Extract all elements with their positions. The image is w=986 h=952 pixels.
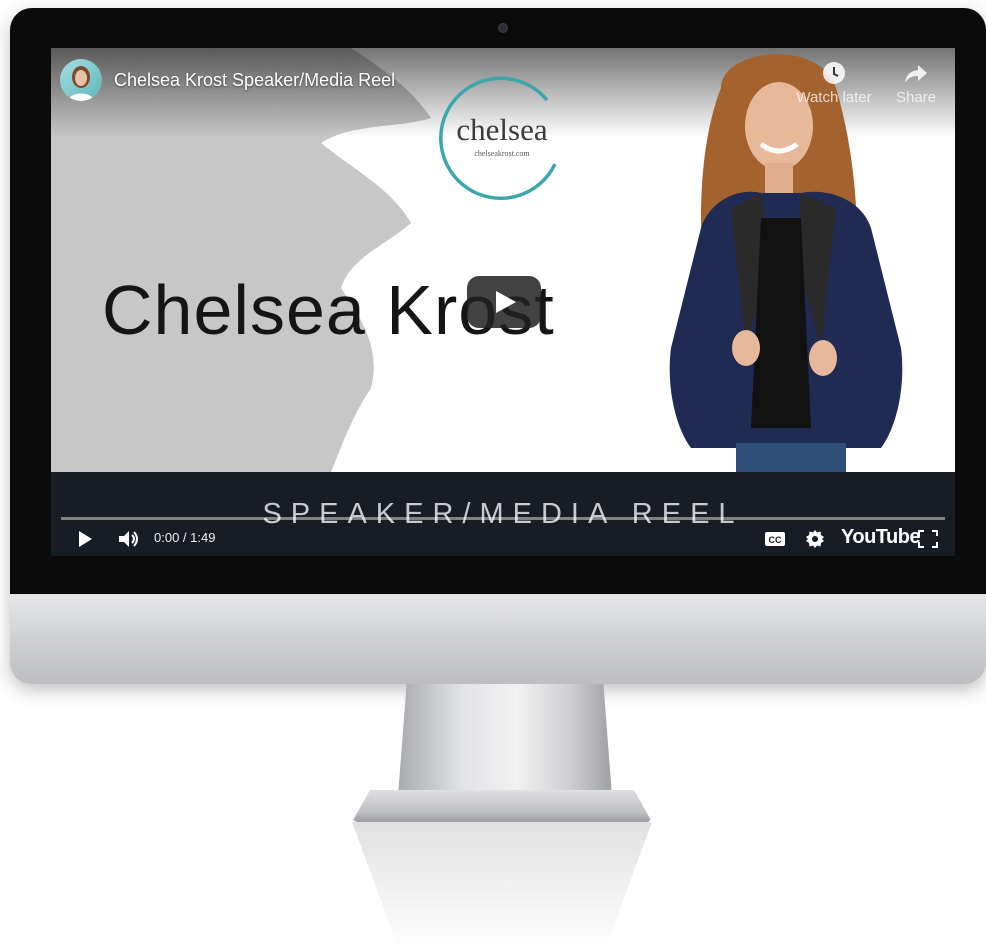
monitor-chin [10, 594, 986, 684]
volume-button[interactable] [114, 525, 144, 553]
fullscreen-button[interactable] [915, 525, 941, 553]
settings-gear-icon [806, 530, 824, 548]
monitor-stand-neck [398, 684, 612, 796]
time-readout: 0:00 / 1:49 [154, 530, 216, 545]
play-icon [79, 531, 92, 547]
volume-icon [119, 531, 138, 547]
clock-icon [823, 62, 845, 84]
watch-later-label: Watch later [796, 89, 872, 106]
big-play-button[interactable] [467, 276, 541, 328]
captions-button[interactable]: CC [763, 525, 787, 553]
share-label: Share [895, 89, 937, 106]
presenter-photo [669, 54, 903, 476]
video-title[interactable]: Chelsea Krost Speaker/Media Reel [114, 70, 395, 91]
fullscreen-icon [918, 530, 938, 548]
play-button[interactable] [71, 525, 99, 553]
progress-bar[interactable] [61, 517, 945, 520]
logo-url: chelseakrost.com [474, 149, 530, 158]
share-button[interactable]: Share [871, 60, 955, 106]
video-player[interactable]: Chelsea Krost Speaker/Media Reel chelsea… [51, 48, 955, 556]
youtube-logo-link[interactable]: YouTube [841, 526, 921, 549]
captions-icon: CC [765, 532, 785, 546]
watch-later-button[interactable]: Watch later [789, 60, 879, 106]
svg-text:CC: CC [769, 535, 782, 545]
monitor-stand-base [352, 790, 652, 822]
channel-avatar[interactable] [60, 59, 102, 101]
avatar-portrait [68, 66, 94, 101]
logo-wordmark: chelsea [456, 112, 548, 147]
webcam [498, 23, 508, 33]
share-arrow-icon [905, 65, 927, 83]
stand-reflection [352, 822, 652, 952]
settings-button[interactable] [803, 525, 827, 553]
